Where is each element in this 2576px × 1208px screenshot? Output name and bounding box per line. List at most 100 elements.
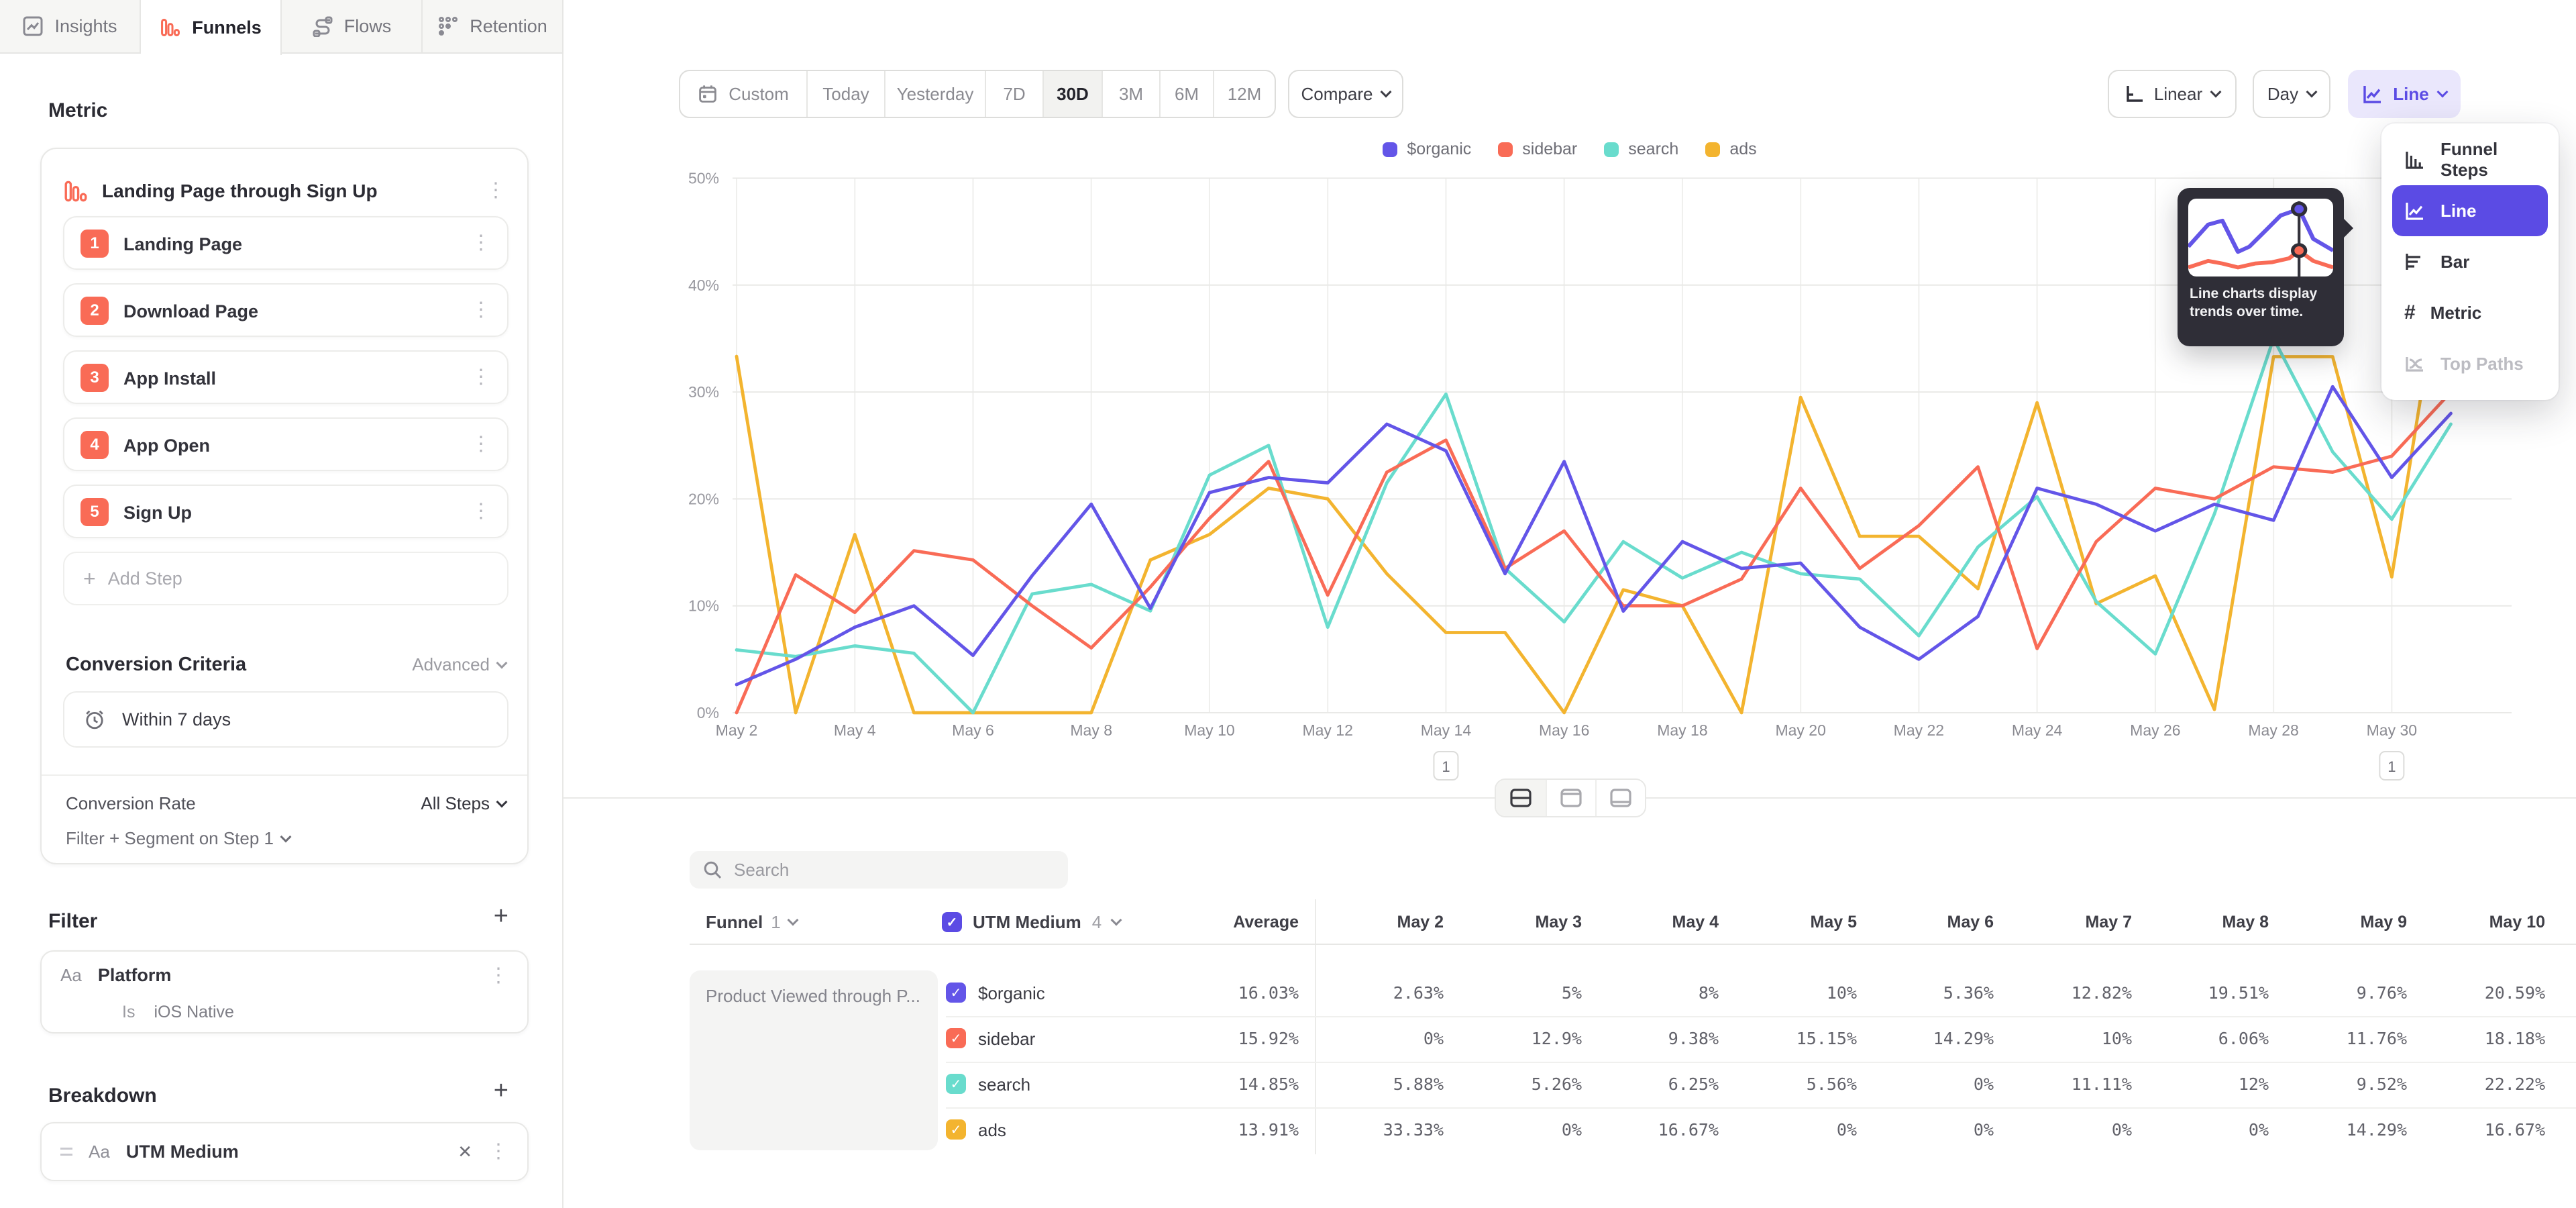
column-header[interactable]: May 2 [1309,902,1444,942]
tab-flows[interactable]: Flows [282,0,423,52]
range-30d[interactable]: 30D [1042,71,1102,117]
select-all-checkbox[interactable] [942,912,962,932]
funnel-step-3[interactable]: 3 App Install [63,350,508,404]
legend-item[interactable]: search [1604,140,1678,159]
flows-icon [312,15,333,37]
remove-breakdown-icon[interactable] [458,1142,472,1162]
row-checkbox[interactable] [946,1028,966,1048]
menu-item-funnel-steps[interactable]: Funnel Steps [2392,134,2548,185]
tab-insights[interactable]: Insights [0,0,141,52]
split-view-toggle[interactable] [1496,780,1546,816]
cell-value: 12.82% [1998,970,2132,1016]
series-name[interactable]: $organic [978,970,1045,1016]
interval-dropdown[interactable]: Day [2253,70,2330,118]
add-filter-button[interactable]: + [494,902,508,931]
cell-value: 33.33% [1309,1107,1444,1153]
cell-value: 16.67% [1585,1107,1719,1153]
menu-item-bar[interactable]: Bar [2392,236,2548,287]
search-box [690,851,1068,889]
search-input[interactable] [734,860,1029,880]
legend-item[interactable]: sidebar [1498,140,1577,159]
menu-item-metric[interactable]: # Metric [2392,287,2548,338]
breakdown-kebab-icon[interactable] [488,1145,508,1158]
table-view-toggle[interactable] [1595,780,1645,816]
linear-axis-icon [2125,84,2145,104]
column-header[interactable]: Average [1165,902,1299,942]
series-name[interactable]: sidebar [978,1016,1035,1062]
column-header[interactable]: May 9 [2273,902,2407,942]
conversion-criteria-heading: Conversion Criteria [66,654,246,676]
step-number-badge: 3 [80,364,109,392]
filter-property[interactable]: Platform [98,965,172,986]
drag-handle-icon[interactable] [60,1148,72,1156]
step-label: App Open [123,419,210,472]
column-header[interactable]: May 3 [1448,902,1582,942]
range-today[interactable]: Today [806,71,884,117]
series-name[interactable]: ads [978,1107,1006,1153]
row-checkbox[interactable] [946,1119,966,1140]
column-header[interactable]: May 10 [2411,902,2545,942]
range-6m[interactable]: 6M [1159,71,1213,117]
funnel-step-2[interactable]: 2 Download Page [63,283,508,337]
chart-type-dropdown[interactable]: Line [2348,70,2461,118]
cell-value: 16.03% [1165,970,1299,1016]
legend-item[interactable]: $organic [1383,140,1471,159]
column-header[interactable]: May 8 [2135,902,2269,942]
row-checkbox[interactable] [946,983,966,1003]
row-checkbox[interactable] [946,1074,966,1094]
step-number-badge: 1 [80,230,109,258]
breakdown-column-dropdown[interactable]: UTM Medium 4 [942,902,1120,942]
series-name[interactable]: search [978,1062,1030,1107]
step-number-badge: 5 [80,498,109,526]
filter-condition[interactable]: Is iOS Native [122,1003,234,1022]
column-header[interactable]: May 6 [1860,902,1994,942]
cell-value: 14.29% [1860,1016,1994,1062]
range-7d[interactable]: 7D [985,71,1042,117]
all-steps-dropdown[interactable]: All Steps [421,793,506,814]
funnel-title-row[interactable]: Landing Page through Sign Up [63,179,378,204]
cell-value: 5.56% [1723,1062,1857,1107]
range-yesterday[interactable]: Yesterday [884,71,985,117]
add-step-button[interactable]: + Add Step [63,552,508,605]
range-3m[interactable]: 3M [1102,71,1159,117]
range-12m[interactable]: 12M [1213,71,1275,117]
chart-view-toggle[interactable] [1546,780,1595,816]
legend-item[interactable]: ads [1705,140,1756,159]
funnel-steps-icon [2404,149,2426,170]
funnel-step-5[interactable]: 5 Sign Up [63,485,508,538]
menu-item-line[interactable]: Line [2392,185,2548,236]
chevron-down-icon [2436,87,2448,98]
step-kebab-icon[interactable] [471,438,491,451]
cell-value: 5.36% [1860,970,1994,1016]
filter-kebab-icon[interactable] [488,969,508,983]
chevron-down-icon [787,915,798,926]
funnel-kebab-icon[interactable] [486,184,506,197]
compare-button[interactable]: Compare [1288,70,1403,118]
tab-retention[interactable]: Retention [423,0,564,52]
funnel-step-1[interactable]: 1 Landing Page [63,216,508,270]
filter-segment-dropdown[interactable]: Filter + Segment on Step 1 [66,828,290,849]
step-kebab-icon[interactable] [471,370,491,384]
column-header[interactable]: May 7 [1998,902,2132,942]
advanced-dropdown[interactable]: Advanced [412,654,506,675]
cell-value: 10% [1723,970,1857,1016]
add-breakdown-button[interactable]: + [494,1076,508,1105]
menu-item-top-paths[interactable]: Top Paths [2392,338,2548,389]
range-custom[interactable]: Custom [680,71,806,117]
cell-value: 15.92% [1165,1016,1299,1062]
breakdown-property[interactable]: UTM Medium [126,1142,239,1162]
column-header[interactable]: May 4 [1585,902,1719,942]
svg-text:20%: 20% [688,490,719,507]
step-kebab-icon[interactable] [471,303,491,317]
scale-dropdown[interactable]: Linear [2108,70,2237,118]
step-kebab-icon[interactable] [471,236,491,250]
report-type-tabs: Insights Funnels Flows Retention [0,0,564,54]
legend-swatch [1498,142,1513,157]
column-header[interactable]: May 5 [1723,902,1857,942]
conversion-window-button[interactable]: Within 7 days [63,691,508,748]
chevron-down-icon [2210,87,2222,98]
step-kebab-icon[interactable] [471,505,491,518]
tab-funnels[interactable]: Funnels [141,0,282,55]
funnel-step-4[interactable]: 4 App Open [63,417,508,471]
funnel-column-dropdown[interactable]: Funnel 1 [706,902,797,942]
